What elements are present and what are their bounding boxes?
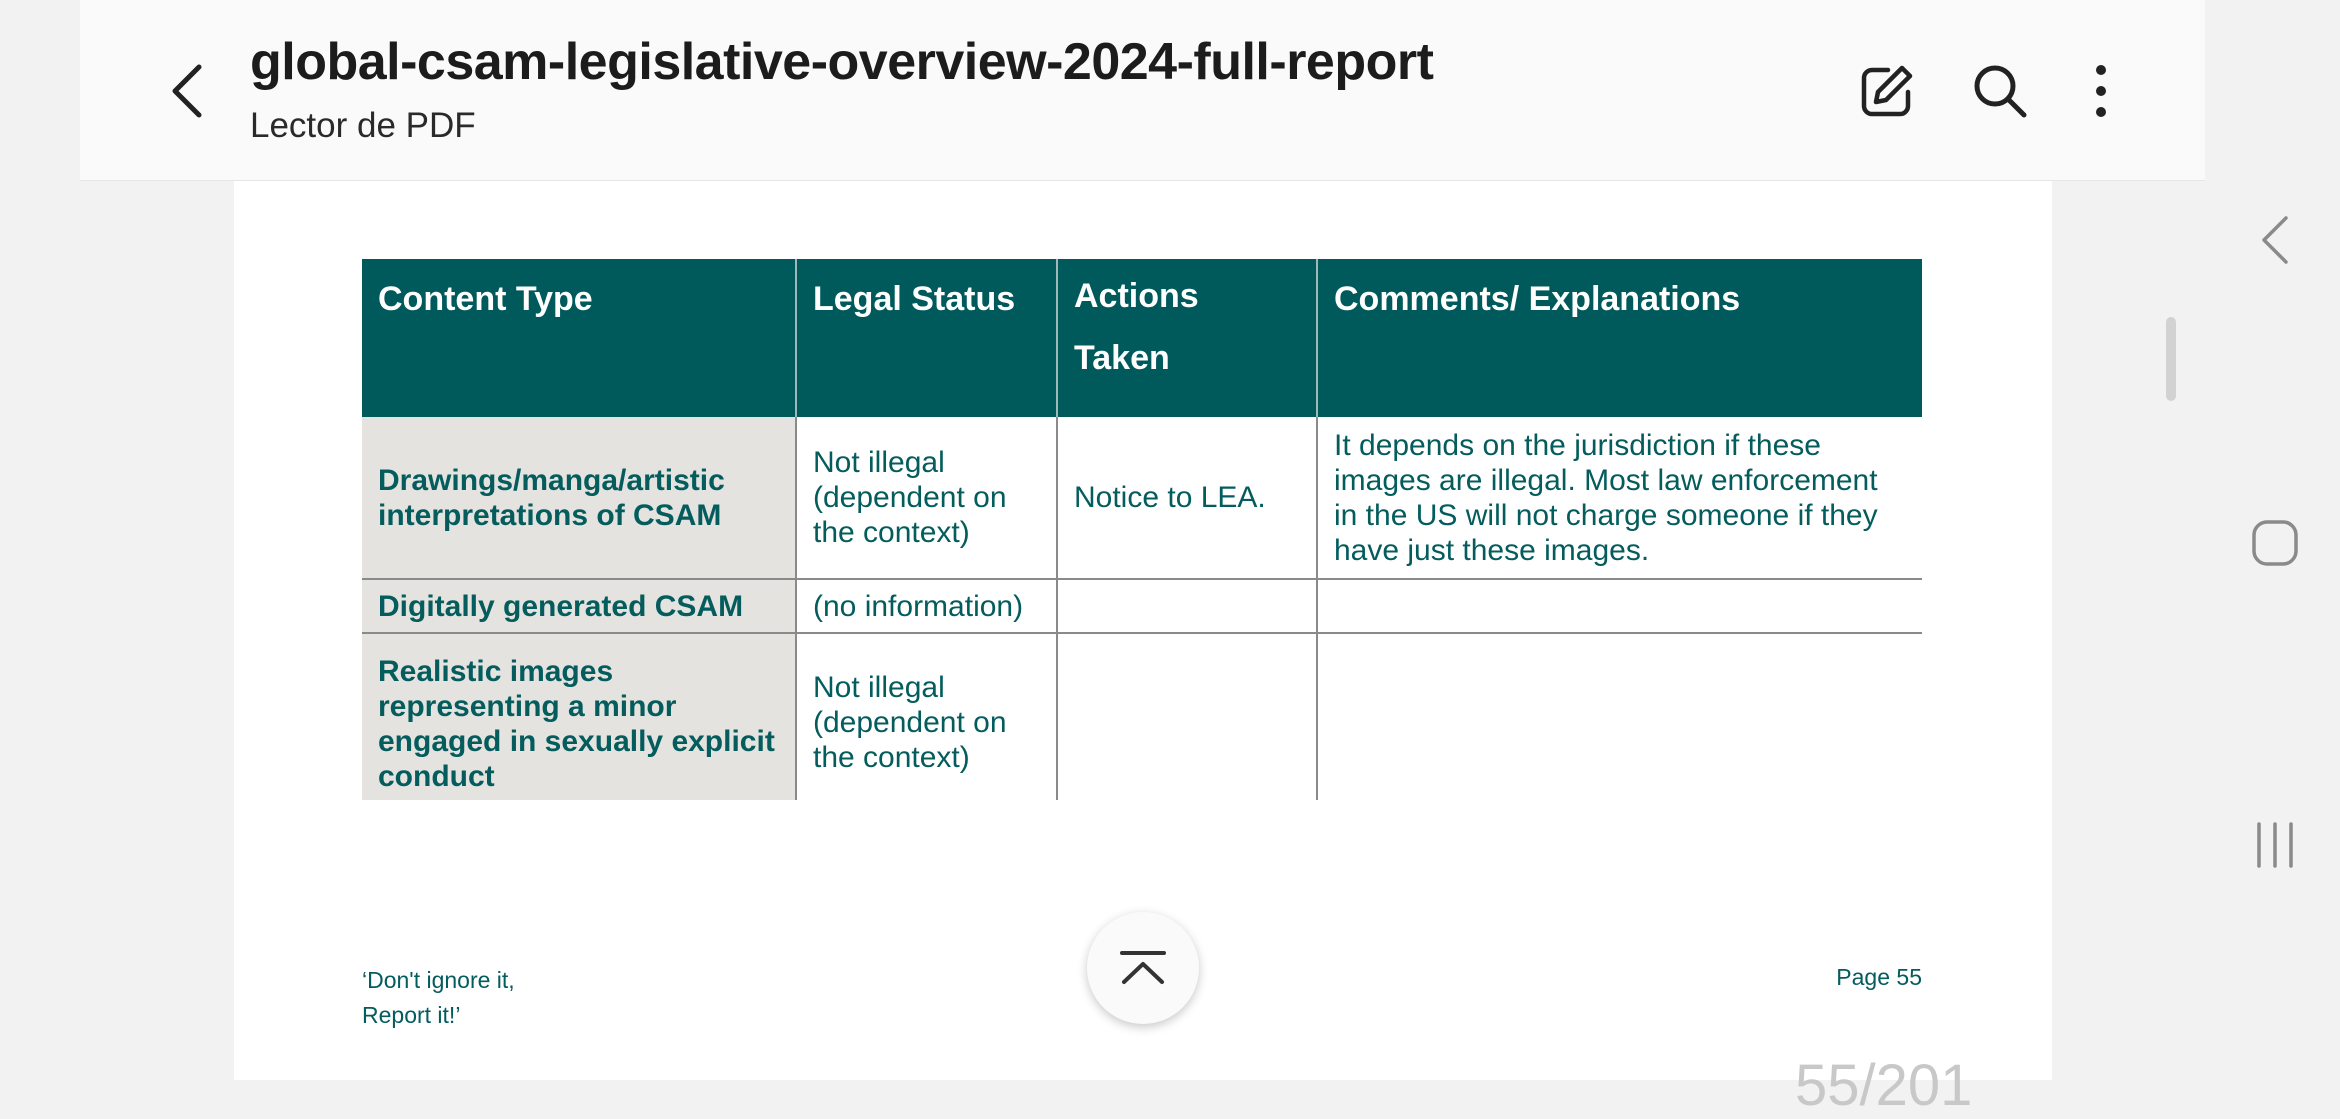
scroll-top-icon (1120, 951, 1166, 984)
comments-cell (1317, 579, 1922, 634)
nav-recents-icon (2257, 822, 2293, 868)
legal-status-cell: Not illegal (dependent on the context) (796, 633, 1058, 800)
legal-status-cell: Not illegal (dependent on the context) (796, 417, 1058, 580)
more-vert-icon (2096, 65, 2106, 117)
content-type-cell: Digitally generated CSAM (362, 579, 797, 634)
actions-cell (1057, 633, 1318, 800)
app-bar: global-csam-legislative-overview-2024-fu… (80, 0, 2205, 181)
legal-status-cell: (no information) (796, 579, 1058, 634)
search-icon (1974, 65, 2027, 118)
table-row: Digitally generated CSAM (no information… (362, 579, 1922, 634)
column-header: Content Type (362, 259, 797, 417)
footer-line: Report it!’ (362, 1002, 461, 1028)
comments-cell: It depends on the jurisdiction if these … (1317, 417, 1922, 580)
edit-icon (1861, 65, 1913, 117)
nav-home-icon (2252, 520, 2298, 566)
table-row: Realistic images representing a minor en… (362, 633, 1922, 800)
comments-cell (1317, 633, 1922, 800)
actions-cell: Notice to LEA. (1057, 417, 1318, 580)
back-arrow-icon (172, 64, 202, 118)
table-header-row: Content Type Legal Status Actions Taken … (362, 259, 1922, 417)
column-header: Legal Status (796, 259, 1058, 417)
table-row: Drawings/manga/artistic interpretations … (362, 417, 1922, 580)
content-type-cell: Realistic images representing a minor en… (362, 633, 797, 800)
page-footer-number: Page 55 (1836, 964, 1922, 990)
page-indicator: 55/201 (1795, 1053, 1973, 1118)
nav-home-button[interactable] (2240, 516, 2310, 570)
content-type-cell: Drawings/manga/artistic interpretations … (362, 417, 797, 580)
scrollbar-thumb[interactable] (2166, 317, 2176, 401)
back-button[interactable] (152, 56, 222, 126)
nav-back-button[interactable] (2240, 210, 2310, 270)
scroll-to-top-button[interactable] (1087, 912, 1199, 1024)
edit-button[interactable] (1852, 56, 1922, 126)
column-header: Actions Taken (1057, 259, 1318, 417)
footer-line: ‘Don't ignore it, (362, 967, 515, 993)
nav-recents-button[interactable] (2240, 818, 2310, 872)
search-button[interactable] (1965, 56, 2035, 126)
nav-back-icon (2262, 216, 2288, 264)
page-footer-slogan: ‘Don't ignore it, Report it!’ (362, 963, 515, 1033)
column-header: Comments/ Explanations (1317, 259, 1922, 417)
document-title: global-csam-legislative-overview-2024-fu… (250, 33, 1434, 91)
legal-status-table: Content Type Legal Status Actions Taken … (362, 259, 1922, 800)
actions-cell (1057, 579, 1318, 634)
more-options-button[interactable] (2066, 56, 2136, 126)
app-subtitle: Lector de PDF (250, 106, 476, 145)
